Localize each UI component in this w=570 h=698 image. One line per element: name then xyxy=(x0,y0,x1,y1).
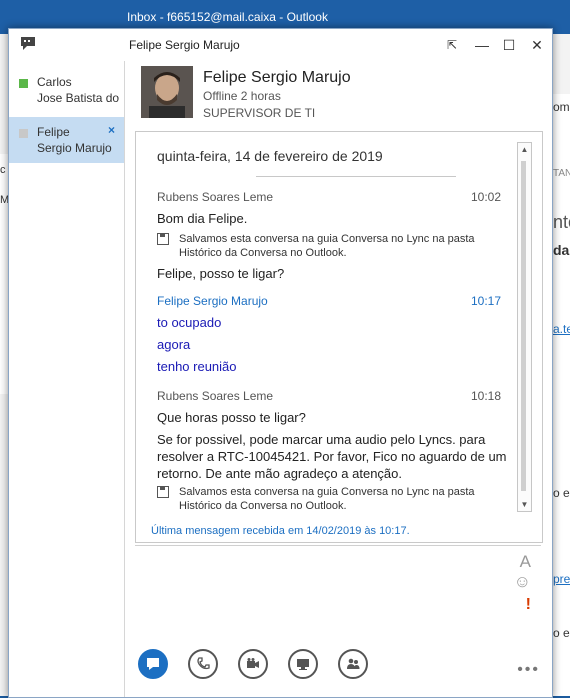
outlook-bg-text: nto xyxy=(553,212,570,232)
lync-app-icon xyxy=(21,37,35,50)
outlook-bg-text: TAN xyxy=(553,168,570,179)
more-options-icon[interactable]: ••• xyxy=(517,661,540,679)
message-time: 10:18 xyxy=(470,389,501,403)
emoticon-icon[interactable]: ☺ xyxy=(514,572,531,592)
scroll-down-icon[interactable]: ▼ xyxy=(518,498,531,511)
urgent-icon[interactable]: ! xyxy=(526,596,531,614)
message-text: Felipe, posso te ligar? xyxy=(157,266,285,281)
close-button[interactable]: ✕ xyxy=(526,35,548,55)
saved-notice-text: Salvamos esta conversa na guia Conversa … xyxy=(179,233,475,259)
outlook-bg-link[interactable]: pres xyxy=(553,572,570,586)
message-text: Que horas posso te ligar? xyxy=(157,410,306,425)
message-compose-area[interactable]: A ☺ ! xyxy=(135,545,541,636)
outlook-window-title: Inbox - f665152@mail.caixa - Outlook xyxy=(127,10,328,24)
contact-job-title: SUPERVISOR DE TI xyxy=(203,106,316,120)
chat-bubble-icon xyxy=(147,658,159,670)
divider xyxy=(256,176,456,177)
close-conversation-icon[interactable]: × xyxy=(108,123,115,137)
monitor-icon xyxy=(297,659,309,670)
people-icon xyxy=(347,658,360,669)
message-text: to ocupado xyxy=(157,315,222,330)
presence-available-icon xyxy=(19,79,28,88)
conversation-list: Carlos Jose Batista do Felipe Sergio Mar… xyxy=(9,61,125,697)
message-sender: Rubens Soares Leme xyxy=(157,190,274,204)
conversation-item-name: Sergio Marujo xyxy=(37,141,112,155)
conversation-item-felipe[interactable]: Felipe Sergio Marujo × xyxy=(9,117,124,163)
contact-status: Offline 2 horas xyxy=(203,89,281,103)
scroll-up-icon[interactable]: ▲ xyxy=(518,143,531,156)
conversation-history[interactable]: quinta-feira, 14 de fevereiro de 2019 Ru… xyxy=(135,131,543,543)
contact-name: Felipe Sergio Marujo xyxy=(203,69,351,86)
message-sender: Felipe Sergio Marujo xyxy=(157,294,268,308)
message-time: 10:17 xyxy=(470,294,501,308)
message-text: tenho reunião xyxy=(157,359,237,374)
present-button[interactable] xyxy=(288,649,318,679)
conversation-item-name: Carlos xyxy=(37,75,72,89)
call-button[interactable] xyxy=(188,649,218,679)
save-disk-icon xyxy=(157,486,169,498)
message-text: agora xyxy=(157,337,191,352)
outlook-bg-text: omp xyxy=(553,100,570,114)
outlook-bg-text: o e xyxy=(553,486,570,500)
minimize-button[interactable]: — xyxy=(471,35,493,55)
video-button[interactable] xyxy=(238,649,268,679)
maximize-button[interactable]: ☐ xyxy=(498,35,520,55)
outlook-bg-link[interactable]: a.te xyxy=(553,322,570,336)
save-disk-icon xyxy=(157,233,169,245)
message-text: Bom dia Felipe. xyxy=(157,211,248,226)
im-button[interactable] xyxy=(138,649,168,679)
font-icon[interactable]: A xyxy=(520,552,531,572)
message-sender: Rubens Soares Leme xyxy=(157,389,274,403)
last-message-info: Última mensagem recebida em 14/02/2019 à… xyxy=(151,525,410,537)
video-camera-icon xyxy=(247,658,259,668)
outlook-reading-pane xyxy=(551,94,570,696)
saved-notice: Salvamos esta conversa na guia Conversa … xyxy=(157,485,487,512)
message-time: 10:02 xyxy=(470,190,501,204)
saved-notice: Salvamos esta conversa na guia Conversa … xyxy=(157,232,487,259)
phone-icon xyxy=(197,657,210,670)
history-date: quinta-feira, 14 de fevereiro de 2019 xyxy=(157,148,383,164)
outlook-bg-text: o e xyxy=(553,626,570,640)
contact-avatar[interactable] xyxy=(141,66,193,118)
presence-offline-icon xyxy=(19,129,28,138)
conversation-window: Felipe Sergio Marujo ⇱ — ☐ ✕ Carlos Jose… xyxy=(8,28,553,698)
conversation-titlebar: Felipe Sergio Marujo ⇱ — ☐ ✕ xyxy=(9,29,552,61)
popout-icon[interactable]: ⇱ xyxy=(441,35,463,55)
scroll-thumb[interactable] xyxy=(521,161,526,491)
conversation-item-name: Jose Batista do xyxy=(37,91,120,105)
participants-button[interactable] xyxy=(338,649,368,679)
conversation-title: Felipe Sergio Marujo xyxy=(129,38,240,52)
history-scrollbar[interactable]: ▲ ▼ xyxy=(517,142,532,512)
conversation-item-carlos[interactable]: Carlos Jose Batista do xyxy=(9,67,124,113)
outlook-bg-text: da xyxy=(553,242,570,258)
saved-notice-text: Salvamos esta conversa na guia Conversa … xyxy=(179,486,475,512)
outlook-bg-text: c xyxy=(0,164,6,176)
conversation-item-name: Felipe xyxy=(37,125,70,139)
outlook-folder-pane xyxy=(0,154,8,394)
message-text: Se for possivel, pode marcar uma audio p… xyxy=(157,432,507,481)
